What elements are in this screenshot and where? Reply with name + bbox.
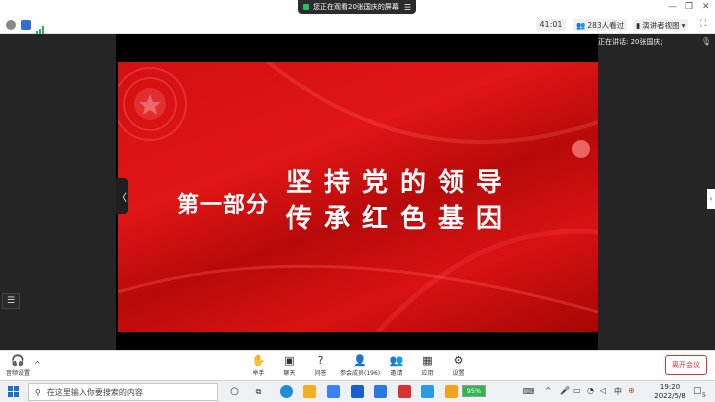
screen-share-banner[interactable]: 您正在观看20张国庆的屏幕 ☰ bbox=[298, 0, 416, 14]
meeting-timer: 41:01 bbox=[536, 19, 566, 31]
audio-settings-button[interactable]: 🎧 音频设置 bbox=[6, 354, 30, 377]
qa-label: 问答 bbox=[314, 370, 327, 377]
meeting-app-icon[interactable] bbox=[351, 385, 364, 398]
chat-button[interactable]: ▣ 聊天 bbox=[283, 354, 296, 377]
taskbar-search-input[interactable]: ⚲ 在这里输入你要搜索的内容 bbox=[28, 383, 218, 401]
speaking-indicator: 正在讲话: 20张国庆; 🎙 bbox=[598, 35, 715, 48]
people-icon: 👥 bbox=[576, 20, 586, 30]
microphone-icon[interactable]: 🎤 bbox=[560, 386, 570, 395]
slide-title-line-1: 坚持党的领导 bbox=[286, 168, 515, 198]
meeting-control-bar: 🎧 音频设置 ^ ✋ 举手 ▣ 聊天 ? 问答 👤 参会成员(196) 👥 邀请… bbox=[0, 350, 715, 380]
chat-label: 聊天 bbox=[283, 370, 296, 377]
edge-icon[interactable] bbox=[280, 385, 293, 398]
cortana-icon[interactable]: ○ bbox=[228, 385, 241, 398]
system-clock[interactable]: 19:20 2022/5/8 bbox=[650, 383, 690, 401]
info-icon[interactable] bbox=[6, 20, 16, 30]
apps-icon: ▦ bbox=[422, 354, 433, 367]
slide-title-line-2: 传承红色基因 bbox=[286, 204, 515, 234]
search-placeholder: 在这里输入你要搜索的内容 bbox=[46, 387, 143, 397]
tray-expand-icon[interactable]: ^ bbox=[545, 386, 552, 395]
stage-right-panel bbox=[598, 34, 715, 350]
keyboard-icon[interactable]: ⌨ bbox=[522, 385, 535, 398]
task-view-icon[interactable]: ⧉ bbox=[252, 385, 265, 398]
participants-button[interactable]: 👤 参会成员(196) bbox=[340, 354, 380, 377]
qa-button[interactable]: ? 问答 bbox=[314, 354, 327, 377]
audio-caret-icon[interactable]: ^ bbox=[34, 360, 41, 369]
viewers-label: 283人看过 bbox=[587, 20, 625, 30]
mic-icon: 🎙 bbox=[700, 37, 711, 46]
shield-icon[interactable] bbox=[21, 20, 31, 30]
audio-settings-label: 音频设置 bbox=[6, 370, 31, 377]
chat-icon: ▣ bbox=[284, 354, 295, 367]
side-panel-tab[interactable]: ‹ bbox=[707, 189, 715, 209]
apps-label: 应用 bbox=[421, 370, 434, 377]
menu-icon[interactable]: ☰ bbox=[404, 3, 411, 12]
participants-icon: 👤 bbox=[353, 354, 367, 367]
notification-count: 5 bbox=[702, 392, 706, 399]
participants-label: 参会成员(196) bbox=[340, 370, 381, 377]
share-status-icon bbox=[303, 4, 309, 10]
invite-label: 邀请 bbox=[390, 370, 403, 377]
windows-start-icon[interactable] bbox=[8, 386, 19, 397]
view-mode-button[interactable]: ▮ 演讲者视图 ▾ bbox=[633, 19, 689, 31]
viewers-count[interactable]: 👥 283人看过 bbox=[573, 19, 628, 31]
apps-button[interactable]: ▦ 应用 bbox=[421, 354, 434, 377]
screen: 您正在观看20张国庆的屏幕 ☰ — ❐ ✕ 41:01 👥 283人看过 ▮ 演… bbox=[0, 0, 715, 402]
store-icon[interactable] bbox=[327, 385, 340, 398]
battery-icon[interactable]: ▭ bbox=[573, 386, 581, 395]
minimize-button[interactable]: — bbox=[668, 2, 677, 12]
shared-slide: 第一部分 坚持党的领导 传承红色基因 bbox=[118, 62, 598, 332]
restore-button[interactable]: ❐ bbox=[685, 2, 693, 12]
fullscreen-icon[interactable]: ⛶ bbox=[700, 19, 706, 29]
layout-icon: ▮ bbox=[636, 20, 641, 30]
raise-hand-label: 举手 bbox=[252, 370, 265, 377]
share-banner-text: 您正在观看20张国庆的屏幕 bbox=[313, 3, 399, 11]
clock-date: 2022/5/8 bbox=[654, 392, 686, 400]
file-explorer-icon[interactable] bbox=[303, 385, 316, 398]
signal-icon[interactable] bbox=[36, 20, 46, 35]
os-taskbar: ⚲ 在这里输入你要搜索的内容 ○ ⧉ 95% ⌨ ^ 🎤 ▭ ◔ ◁ 中 ⊕ 1… bbox=[0, 380, 715, 402]
view-mode-label: 演讲者视图 bbox=[642, 20, 680, 30]
meeting-toolbar: 41:01 👥 283人看过 ▮ 演讲者视图 ▾ ⛶ bbox=[0, 16, 715, 35]
volume-icon[interactable]: ◁ bbox=[600, 386, 606, 395]
wifi-icon[interactable]: ◔ bbox=[587, 386, 594, 395]
settings-label: 设置 bbox=[452, 370, 465, 377]
invite-icon: 👥 bbox=[389, 354, 404, 367]
battery-indicator[interactable]: 95% bbox=[462, 385, 486, 397]
ime-indicator[interactable]: 中 bbox=[614, 386, 622, 397]
notification-icon[interactable]: ▢ bbox=[693, 386, 702, 396]
chevron-down-icon: ▾ bbox=[681, 20, 686, 30]
slide-part-label: 第一部分 bbox=[177, 193, 270, 218]
settings-icon: ⚙ bbox=[453, 354, 464, 367]
title-bar: 您正在观看20张国庆的屏幕 ☰ — ❐ ✕ bbox=[0, 0, 715, 16]
invite-button[interactable]: 👥 邀请 bbox=[389, 354, 404, 377]
wps-icon[interactable] bbox=[398, 385, 411, 398]
raise-hand-button[interactable]: ✋ 举手 bbox=[251, 354, 266, 377]
hand-icon: ✋ bbox=[251, 354, 266, 367]
speaking-label: 正在讲话: 20张国庆; bbox=[598, 37, 663, 46]
list-icon[interactable]: ☰ bbox=[2, 293, 20, 309]
folder-icon[interactable] bbox=[445, 385, 458, 398]
antivirus-icon[interactable]: ⊕ bbox=[628, 386, 635, 395]
search-icon: ⚲ bbox=[35, 387, 41, 397]
close-button[interactable]: ✕ bbox=[702, 2, 710, 12]
app-icon[interactable] bbox=[374, 385, 387, 398]
clock-time: 19:20 bbox=[659, 383, 681, 391]
settings-button[interactable]: ⚙ 设置 bbox=[452, 354, 465, 377]
prev-slide-arrow[interactable]: 〈 bbox=[116, 178, 128, 214]
leave-meeting-button[interactable]: 离开会议 bbox=[665, 355, 707, 375]
browser-icon[interactable] bbox=[421, 385, 434, 398]
qa-icon: ? bbox=[317, 354, 324, 367]
headset-icon: 🎧 bbox=[11, 354, 25, 367]
